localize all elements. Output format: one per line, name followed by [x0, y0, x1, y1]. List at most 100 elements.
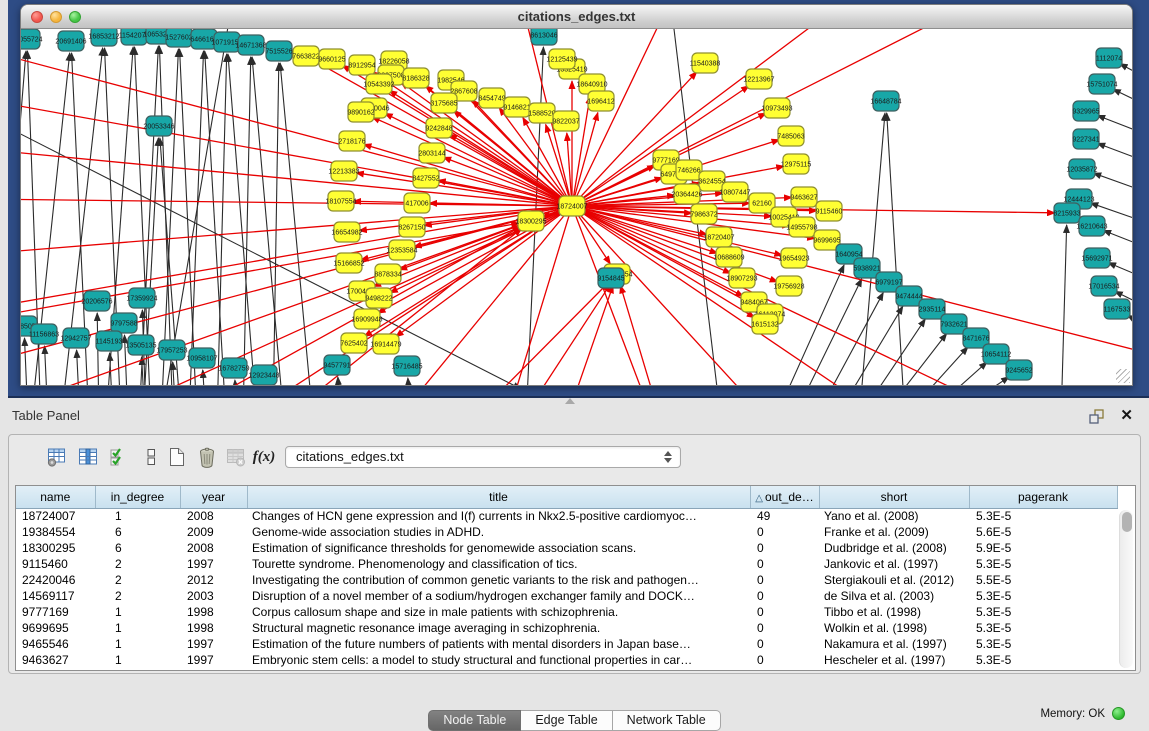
- graph-node[interactable]: 12125439: [546, 49, 577, 69]
- graph-node[interactable]: 18720407: [703, 227, 734, 247]
- cell-short[interactable]: Wolkin et al. (1998): [819, 620, 969, 636]
- graph-node[interactable]: 9463627: [790, 187, 817, 207]
- cell-title[interactable]: Corpus callosum shape and size in male p…: [247, 604, 750, 620]
- table-row[interactable]: 969969511998Structural magnetic resonanc…: [16, 620, 1117, 636]
- graph-node[interactable]: 16909948: [351, 309, 382, 329]
- scrollbar-thumb[interactable]: [1122, 512, 1132, 532]
- graph-node[interactable]: 9498222: [365, 288, 392, 308]
- graph-node[interactable]: 1145193: [96, 331, 123, 351]
- table-row[interactable]: 1456911722003Disruption of a novel membe…: [16, 588, 1117, 604]
- graph-node[interactable]: 14671368: [235, 35, 266, 55]
- cell-out_de[interactable]: 0: [750, 604, 819, 620]
- graph-node[interactable]: 10543392: [363, 74, 394, 94]
- graph-node[interactable]: 15692971: [1081, 248, 1112, 268]
- graph-node[interactable]: 7515526: [265, 41, 292, 61]
- cell-short[interactable]: Dudbridge et al. (2008): [819, 540, 969, 556]
- cell-title[interactable]: Changes of HCN gene expression and I(f) …: [247, 508, 750, 524]
- cell-short[interactable]: Jankovic et al. (1997): [819, 556, 969, 572]
- table-row[interactable]: 1938455462009Genome-wide association stu…: [16, 524, 1117, 540]
- graph-node[interactable]: 9890162: [347, 102, 374, 122]
- table-row[interactable]: 946362711997Embryonic stem cells: a mode…: [16, 652, 1117, 668]
- graph-node[interactable]: 9329965: [1072, 101, 1099, 121]
- graph-node[interactable]: 20206576: [81, 291, 112, 311]
- graph-node[interactable]: 18907293: [726, 268, 757, 288]
- graph-node[interactable]: 17016534: [1088, 276, 1119, 296]
- graph-node[interactable]: 2718176: [338, 131, 365, 151]
- table-row[interactable]: 2242004622012Investigating the contribut…: [16, 572, 1117, 588]
- graph-node[interactable]: 9227341: [1072, 129, 1099, 149]
- cell-name[interactable]: 9115460: [16, 556, 95, 572]
- graph-node[interactable]: 12213383: [328, 161, 359, 181]
- graph-node[interactable]: 15166852: [333, 253, 364, 273]
- cell-year[interactable]: 1997: [180, 636, 247, 652]
- cell-year[interactable]: 1997: [180, 652, 247, 668]
- graph-node[interactable]: 1615132: [751, 314, 778, 334]
- cell-name[interactable]: 22420046: [16, 572, 95, 588]
- graph-node[interactable]: 9154845: [597, 268, 624, 288]
- cell-year[interactable]: 1998: [180, 604, 247, 620]
- graph-node[interactable]: 18300295: [515, 211, 546, 231]
- cell-title[interactable]: Investigating the contribution of common…: [247, 572, 750, 588]
- graph-node[interactable]: 1167533: [1104, 299, 1131, 319]
- cell-short[interactable]: Yano et al. (2008): [819, 508, 969, 524]
- cell-pagerank[interactable]: 5.3E-5: [969, 636, 1117, 652]
- cell-pagerank[interactable]: 5.3E-5: [969, 652, 1117, 668]
- cell-out_de[interactable]: 0: [750, 540, 819, 556]
- cell-name[interactable]: 9777169: [16, 604, 95, 620]
- graph-node[interactable]: 11156863: [29, 324, 59, 344]
- cell-name[interactable]: 14569117: [16, 588, 95, 604]
- graph-node[interactable]: 9822037: [552, 111, 579, 131]
- cell-out_de[interactable]: 0: [750, 620, 819, 636]
- graph-node[interactable]: 2803144: [418, 143, 445, 163]
- cell-in_degree[interactable]: 2: [95, 588, 180, 604]
- graph-node[interactable]: 12213967: [743, 69, 774, 89]
- graph-node[interactable]: 9146821: [503, 97, 530, 117]
- graph-node[interactable]: 14055724: [21, 29, 43, 49]
- cell-in_degree[interactable]: 1: [95, 508, 180, 524]
- cell-pagerank[interactable]: 5.3E-5: [969, 508, 1117, 524]
- cell-title[interactable]: Estimation of the future numbers of pati…: [247, 636, 750, 652]
- graph-node[interactable]: 13505135: [125, 335, 156, 355]
- column-header-pagerank[interactable]: pagerank: [969, 486, 1117, 508]
- graph-node[interactable]: 17957253: [156, 340, 187, 360]
- graph-node[interactable]: 16914479: [370, 334, 401, 354]
- new-table-icon[interactable]: [165, 445, 189, 469]
- graph-node[interactable]: 15751074: [1086, 74, 1117, 94]
- cell-out_de[interactable]: 0: [750, 636, 819, 652]
- cell-short[interactable]: Tibbo et al. (1998): [819, 604, 969, 620]
- cell-in_degree[interactable]: 1: [95, 604, 180, 620]
- select-all-icon[interactable]: [107, 445, 131, 469]
- graph-node[interactable]: 8454749: [478, 88, 505, 108]
- graph-node[interactable]: 746266: [676, 160, 702, 180]
- graph-node[interactable]: 16654982: [331, 222, 362, 242]
- table-row[interactable]: 1830029562008Estimation of significance …: [16, 540, 1117, 556]
- graph-node[interactable]: 12975115: [781, 154, 812, 174]
- graph-node[interactable]: 19654923: [778, 248, 809, 268]
- graph-node[interactable]: 18724007: [556, 196, 587, 216]
- memory-status-icon[interactable]: [1112, 707, 1125, 720]
- cell-year[interactable]: 2008: [180, 508, 247, 524]
- cell-year[interactable]: 2003: [180, 588, 247, 604]
- graph-node[interactable]: 16782759: [218, 358, 249, 378]
- table-row[interactable]: 977716911998Corpus callosum shape and si…: [16, 604, 1117, 620]
- table-scrollbar[interactable]: [1119, 510, 1133, 668]
- cell-name[interactable]: 19384554: [16, 524, 95, 540]
- column-header-short[interactable]: short: [819, 486, 969, 508]
- cell-pagerank[interactable]: 5.9E-5: [969, 540, 1117, 556]
- graph-node[interactable]: 12923448: [248, 365, 279, 385]
- column-header-in_degree[interactable]: in_degree: [95, 486, 180, 508]
- graph-node[interactable]: 7625402: [340, 333, 367, 353]
- graph-node[interactable]: 10688609: [713, 247, 744, 267]
- graph-node[interactable]: 8427552: [412, 168, 439, 188]
- graph-node[interactable]: 16210643: [1076, 216, 1107, 236]
- graph-node[interactable]: 8215933: [1053, 203, 1080, 223]
- cell-name[interactable]: 9465546: [16, 636, 95, 652]
- graph-node[interactable]: 10654112: [981, 344, 1012, 364]
- cell-short[interactable]: Franke et al. (2009): [819, 524, 969, 540]
- graph-node[interactable]: 9245652: [1005, 360, 1032, 380]
- graph-node[interactable]: 17359924: [126, 288, 157, 308]
- graph-node[interactable]: 3175685: [430, 93, 457, 113]
- cell-short[interactable]: Hescheler et al. (1997): [819, 652, 969, 668]
- graph-node[interactable]: 10973493: [761, 98, 792, 118]
- cell-title[interactable]: Structural magnetic resonance image aver…: [247, 620, 750, 636]
